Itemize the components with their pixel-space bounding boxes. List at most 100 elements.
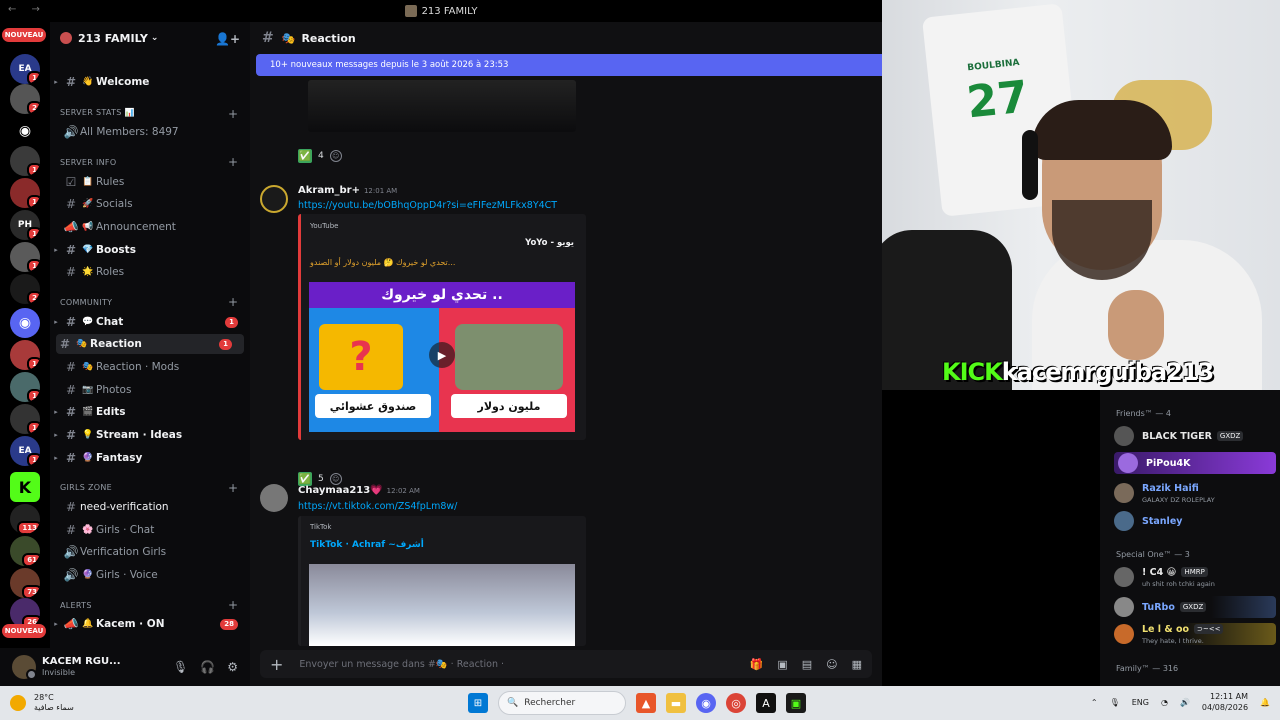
category-server-info[interactable]: SERVER INFO [60,158,116,167]
emoji-icon[interactable]: ☺ [826,658,837,671]
member-item[interactable]: ! C4 😀 HMRP uh shit roh tchki again [1114,566,1276,588]
server-icon-4[interactable]: 1 [10,146,40,176]
channel-boosts[interactable]: ▸ # 💎 Boosts [50,240,250,260]
channel-need-verification[interactable]: # need-verification [50,497,250,517]
member-item[interactable]: PiPou4K [1114,452,1276,474]
embed-provider[interactable]: TikTok [310,523,331,531]
server-icon-17[interactable]: 73 [10,568,40,598]
server-icon-10[interactable]: 1 [10,340,40,370]
volume-icon[interactable]: 🔊 [1180,698,1190,707]
channel-rules[interactable]: ☑ 📋 Rules [50,172,250,192]
category-alerts[interactable]: ALERTS [60,601,92,610]
channel-girls-voice[interactable]: 🔊 🔮 Girls · Voice [50,565,250,585]
new-badge[interactable]: NOUVEAU [2,28,46,42]
message-composer[interactable]: + Envoyer un message dans #🎭 · Reaction … [260,650,872,678]
channel-socials[interactable]: # 🚀 Socials [50,194,250,214]
kick-server-icon[interactable]: K [10,472,40,502]
member-item[interactable]: TuRbo GXDZ [1114,596,1276,618]
category-community[interactable]: COMMUNITY [60,298,112,307]
category-server-stats[interactable]: SERVER STATS 📊 [60,108,135,117]
chevron-up-icon[interactable]: ⌃ [1091,698,1098,707]
channel-chat[interactable]: ▸ # 💬 Chat 1 [50,312,250,332]
wifi-icon[interactable]: ◔ [1161,698,1168,707]
category-girls-zone[interactable]: GIRLS ZONE [60,483,112,492]
add-channel-icon[interactable]: + [228,598,238,612]
discord-home-icon[interactable]: ◉ [10,116,40,146]
embed-title[interactable]: YoYo - يويو [525,238,574,248]
message-link[interactable]: https://vt.tiktok.com/ZS4fpLm8w/ [298,501,457,512]
channel-verification-girls[interactable]: 🔊 Verification Girls [50,542,250,562]
add-reaction-icon[interactable]: ☺ [329,150,342,162]
server-icon-12[interactable]: 1 [10,404,40,434]
app-icon[interactable]: A [756,693,776,713]
embed-image[interactable] [309,564,575,646]
play-icon[interactable]: ▶ [429,342,455,368]
channel-announcement[interactable]: 📣 📢 Announcement [50,217,250,237]
gif-icon[interactable]: ▣ [777,658,787,671]
chrome-icon[interactable]: ◎ [726,693,746,713]
clock[interactable]: 12:11 AM 04/08/2026 [1202,691,1248,713]
channel-girls-chat[interactable]: # 🌸 Girls · Chat [50,520,250,540]
member-item[interactable]: Le l & oo ⊃~<< They hate, I thrive. [1114,623,1276,645]
message-link[interactable]: https://youtu.be/bOBhqOppD4r?si=eFIFezML… [298,200,557,211]
new-messages-bar[interactable]: 10+ nouveaux messages depuis le 3 août 2… [256,54,882,76]
kick-app-icon[interactable]: ▣ [786,693,806,713]
message-input[interactable]: Envoyer un message dans #🎭 · Reaction · [299,659,504,670]
checkmark-reaction[interactable]: ✅ [298,149,312,163]
discord-icon[interactable]: ◉ [696,693,716,713]
server-icon-15[interactable]: 113 [10,504,40,534]
windows-start-icon[interactable]: ⊞ [468,693,488,713]
server-icon-5[interactable]: 1 [10,178,40,208]
add-channel-icon[interactable]: + [228,155,238,169]
embed-title[interactable]: TikTok · Achraf ~أشرف [310,540,424,550]
member-item[interactable]: Razik Haifi GALAXY DZ ROLEPLAY [1114,482,1276,504]
microphone-icon[interactable]: 🎙 [1110,698,1120,707]
settings-gear-icon[interactable]: ⚙ [227,660,238,674]
taskbar-search[interactable]: 🔍 Rechercher [498,691,626,715]
attach-plus-icon[interactable]: + [270,655,283,674]
channel-photos[interactable]: # 📷 Photos [50,380,250,400]
server-ea[interactable]: EA 1 [10,54,40,84]
add-channel-icon[interactable]: + [228,481,238,495]
sticker-icon[interactable]: ▤ [802,658,812,671]
channel-kacem-on[interactable]: ▸ 📣 🔔 Kacem · ON 28 [50,614,250,634]
channel-reaction-mods[interactable]: # 🎭 Reaction · Mods [50,357,250,377]
add-reaction-icon[interactable]: ☺ [329,473,342,485]
add-channel-icon[interactable]: + [228,295,238,309]
channel-reaction[interactable]: # 🎭 Reaction 1 [56,334,244,354]
server-icon-7[interactable]: 1 [10,242,40,272]
checkmark-reaction[interactable]: ✅ [298,472,312,486]
embed-image[interactable] [308,80,576,132]
channel-roles[interactable]: # 🌟 Roles [50,262,250,282]
avatar[interactable] [260,484,288,512]
channel-fantasy[interactable]: ▸ # 🔮 Fantasy [50,448,250,468]
gift-icon[interactable]: 🎁 [750,658,764,671]
folder-icon[interactable]: ▬ [666,693,686,713]
channel-stream-ideas[interactable]: ▸ # 💡 Stream · Ideas [50,425,250,445]
microphone-icon[interactable]: 🎙 [173,660,188,674]
invite-icon[interactable]: 👤+ [215,32,240,46]
server-icon-11[interactable]: 1 [10,372,40,402]
message-author[interactable]: Akram_br+ 12:01 AM [298,185,397,196]
language-indicator[interactable]: ENG [1132,698,1149,707]
server-icon-8[interactable]: 2 [10,274,40,304]
member-item[interactable]: BLACK TIGER GXDZ [1114,425,1276,447]
apps-icon[interactable]: ▦ [852,658,862,671]
member-item[interactable]: Stanley [1114,510,1276,532]
add-channel-icon[interactable]: + [228,107,238,121]
weather-widget[interactable]: 28°C سماء صافية [10,693,74,713]
brave-icon[interactable]: ▲ [636,693,656,713]
channel-welcome[interactable]: ▸ # 👋 Welcome [50,72,250,92]
avatar[interactable] [12,655,37,680]
avatar[interactable] [260,185,288,213]
nav-arrows[interactable]: ← → [8,4,46,15]
channel-edits[interactable]: ▸ # 🎬 Edits [50,402,250,422]
message-author[interactable]: Chaymaa213💗 12:02 AM [298,485,420,496]
server-ea-2[interactable]: EA 1 [10,436,40,466]
notification-icon[interactable]: 🔔 [1260,698,1270,707]
guild-header[interactable]: 213 FAMILY ⌄ 👤+ [50,22,250,54]
server-icon-16[interactable]: 61 [10,536,40,566]
server-icon-6[interactable]: PH 1 [10,210,40,240]
embed-provider[interactable]: YouTube [310,222,338,230]
server-icon-2[interactable]: 2 [10,84,40,114]
